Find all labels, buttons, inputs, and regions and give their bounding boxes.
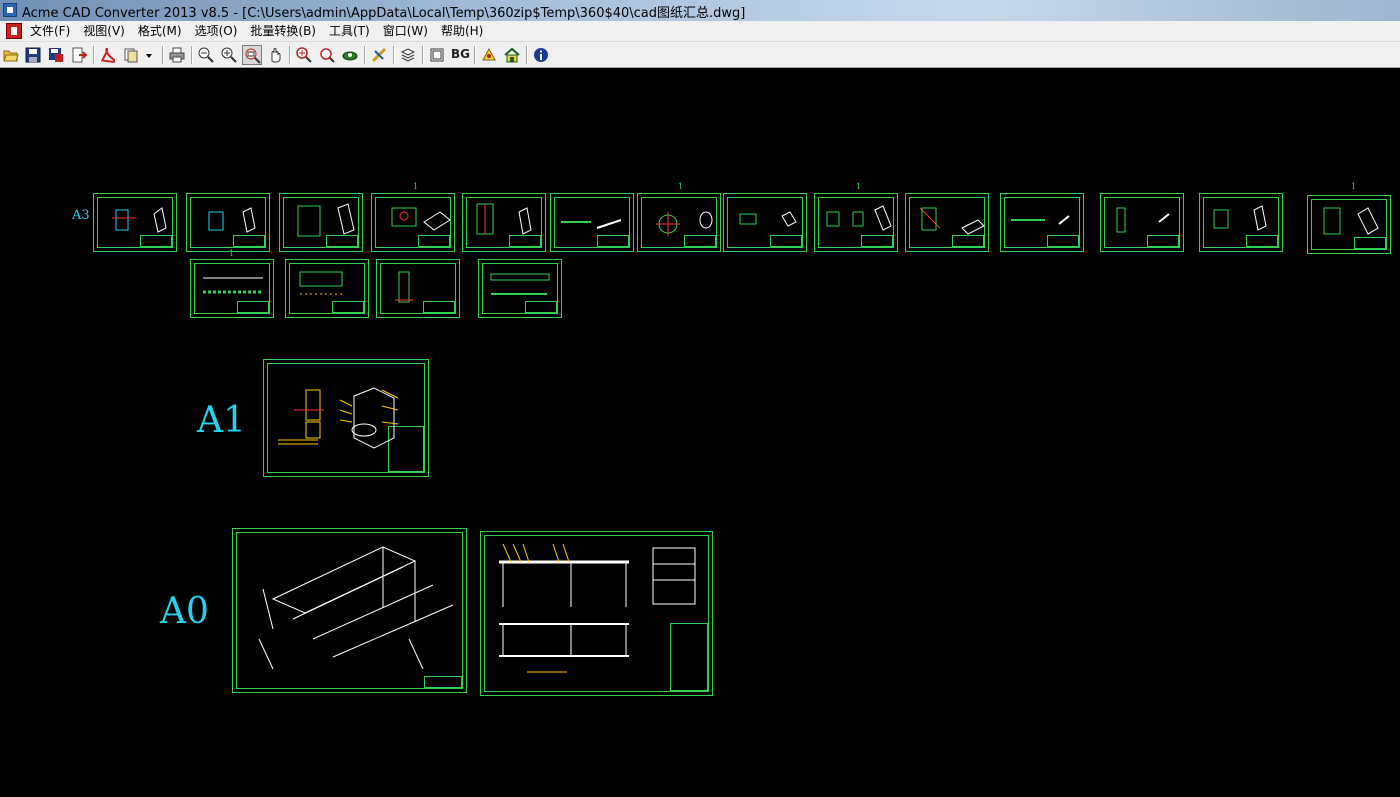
drawing-sheet-a3[interactable] — [279, 193, 363, 252]
toolbar-separator — [422, 46, 424, 64]
menu-help[interactable]: 帮助(H) — [439, 21, 490, 42]
zoom-out-icon[interactable] — [196, 45, 216, 65]
batch-convert-icon[interactable] — [121, 45, 141, 65]
sheet-mark: 1 — [1351, 182, 1357, 191]
bg-label: BG — [451, 47, 470, 61]
pan-icon[interactable] — [265, 45, 285, 65]
about-icon[interactable] — [531, 45, 551, 65]
title-bar: Acme CAD Converter 2013 v8.5 - [C:\Users… — [0, 0, 1400, 21]
drawing-sheet-a3[interactable] — [93, 193, 177, 252]
drawing-canvas[interactable]: A3 A1 A0 1 1 1 1 1 — [0, 68, 1400, 797]
drawing-sheet-a3[interactable] — [462, 193, 546, 252]
app-icon — [3, 3, 17, 17]
zoom-realtime-icon[interactable] — [294, 45, 314, 65]
size-label-a3: A3 — [72, 208, 90, 223]
home-icon[interactable] — [502, 45, 522, 65]
settings-icon[interactable] — [479, 45, 499, 65]
toolbar-separator — [393, 46, 395, 64]
toolbar-separator — [474, 46, 476, 64]
menu-tools[interactable]: 工具(T) — [327, 21, 377, 42]
drawing-sheet-a3[interactable] — [1000, 193, 1084, 252]
drawing-sheet-a3[interactable] — [186, 193, 270, 252]
menu-view[interactable]: 视图(V) — [81, 21, 132, 42]
print-icon[interactable] — [167, 45, 187, 65]
drawing-sheet-a3[interactable] — [371, 193, 455, 252]
drawing-sheet-a3[interactable] — [285, 259, 369, 318]
drawing-sheet-a0[interactable] — [480, 531, 713, 696]
toolbar-separator — [191, 46, 193, 64]
sheet-mark: 1 — [856, 182, 862, 191]
save-as-icon[interactable] — [46, 45, 66, 65]
zoom-previous-icon[interactable] — [317, 45, 337, 65]
zoom-window-icon[interactable] — [242, 45, 262, 65]
toolbar-separator — [526, 46, 528, 64]
export-icon[interactable] — [69, 45, 89, 65]
layers-icon[interactable] — [398, 45, 418, 65]
menu-window[interactable]: 窗口(W) — [381, 21, 435, 42]
drawing-sheet-a3[interactable] — [723, 193, 807, 252]
drawing-sheet-a3[interactable] — [637, 193, 721, 252]
save-icon[interactable] — [23, 45, 43, 65]
drawing-sheet-a3[interactable] — [905, 193, 989, 252]
measure-icon[interactable] — [369, 45, 389, 65]
convert-pdf-icon[interactable] — [97, 45, 117, 65]
drawing-sheet-a3[interactable] — [478, 259, 562, 318]
drawing-sheet-a3[interactable] — [1100, 193, 1184, 252]
size-label-a0: A0 — [160, 591, 209, 632]
sheet-mark: 1 — [413, 182, 419, 191]
menu-bar: 文件(F) 视图(V) 格式(M) 选项(O) 批量转换(B) 工具(T) 窗口… — [0, 21, 1400, 42]
sheet-mark: 1 — [678, 182, 684, 191]
menu-format[interactable]: 格式(M) — [136, 21, 189, 42]
dropdown-arrow-icon[interactable] — [143, 45, 155, 65]
zoom-in-icon[interactable] — [219, 45, 239, 65]
zoom-extents-icon[interactable] — [340, 45, 360, 65]
window-title: Acme CAD Converter 2013 v8.5 - [C:\Users… — [22, 6, 746, 21]
toolbar: BG — [0, 42, 1400, 68]
drawing-sheet-a3[interactable] — [376, 259, 460, 318]
menu-file[interactable]: 文件(F) — [28, 21, 77, 42]
drawing-sheet-a3[interactable] — [1199, 193, 1283, 252]
drawing-sheet-a0[interactable] — [232, 528, 467, 693]
toolbar-separator — [93, 46, 95, 64]
document-icon[interactable] — [6, 23, 22, 39]
drawing-sheet-a3[interactable] — [550, 193, 634, 252]
toolbar-separator — [289, 46, 291, 64]
size-label-a1: A1 — [197, 400, 246, 441]
menu-options[interactable]: 选项(O) — [193, 21, 245, 42]
drawing-sheet-a1[interactable] — [263, 359, 429, 477]
toolbar-separator — [364, 46, 366, 64]
drawing-sheet-a3[interactable] — [190, 259, 274, 318]
menu-batch-convert[interactable]: 批量转换(B) — [248, 21, 323, 42]
frame-icon[interactable] — [427, 45, 447, 65]
drawing-sheet-a3[interactable] — [1307, 195, 1391, 254]
toolbar-separator — [162, 46, 164, 64]
background-icon[interactable]: BG — [450, 45, 470, 65]
open-icon[interactable] — [1, 45, 21, 65]
drawing-sheet-a3[interactable] — [814, 193, 898, 252]
